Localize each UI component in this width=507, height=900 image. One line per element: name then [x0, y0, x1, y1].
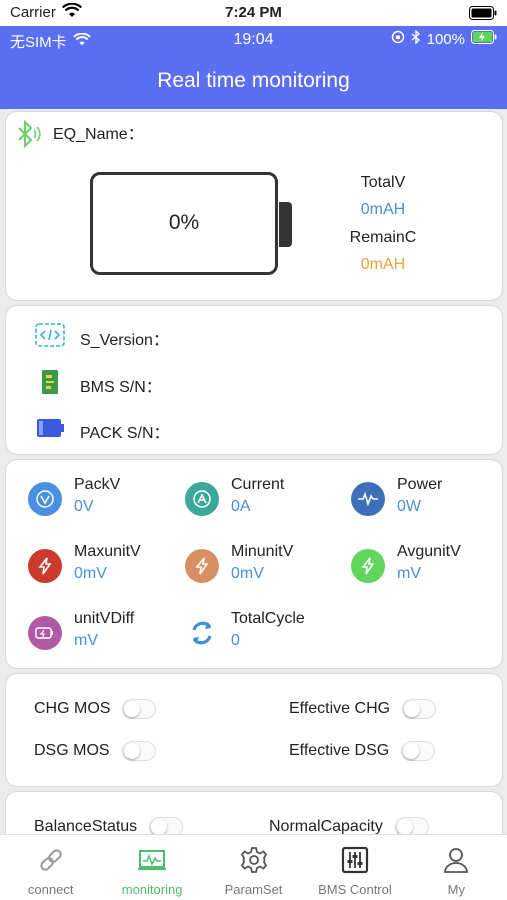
- circuit-board-icon: [34, 368, 66, 401]
- metric-name: TotalCycle: [231, 610, 305, 627]
- metric-name: Power: [397, 476, 443, 493]
- device-status-right: 100%: [391, 29, 497, 48]
- link-icon: [36, 845, 66, 878]
- metric-name: AvgunitV: [397, 543, 461, 560]
- effective-dsg-row: Effective DSG: [289, 741, 436, 761]
- tab-monitoring[interactable]: monitoring: [101, 835, 202, 900]
- battery-pack-icon: [34, 414, 66, 447]
- tab-bms-control[interactable]: BMS Control: [304, 835, 405, 900]
- metric-current: Current 0A: [185, 476, 345, 524]
- toggle-knob: [403, 743, 420, 759]
- toggle-knob: [404, 701, 421, 717]
- metric-value: mV: [397, 565, 421, 582]
- orientation-lock-icon: [391, 30, 405, 48]
- remain-c-value: 0mAH: [360, 256, 406, 273]
- metric-name: unitVDiff: [74, 610, 135, 627]
- effective-chg-row: Effective CHG: [289, 699, 437, 719]
- effective-dsg-label: Effective DSG: [289, 742, 390, 759]
- metric-minunitv: MinunitV 0mV: [185, 543, 345, 591]
- toggle-knob: [396, 819, 413, 835]
- pack-sn-row: PACK S/N：: [34, 414, 170, 447]
- pack-voltage-icon: [28, 482, 62, 516]
- metric-totalcycle: TotalCycle 0: [185, 610, 345, 658]
- bolt-icon: [28, 549, 62, 583]
- eq-name-label: EQ_Name：: [53, 126, 144, 143]
- metric-name: MaxunitV: [74, 543, 141, 560]
- code-icon: [34, 322, 66, 353]
- metric-power: Power 0W: [351, 476, 507, 524]
- bolt-icon: [351, 549, 385, 583]
- tab-label: BMS Control: [318, 882, 392, 897]
- toggle-knob: [151, 819, 168, 835]
- chg-mos-toggle[interactable]: [122, 699, 157, 719]
- sliders-icon: [340, 845, 370, 878]
- metric-value: mV: [74, 632, 98, 649]
- metric-maxunitv: MaxunitV 0mV: [28, 543, 188, 591]
- bottom-tab-bar: connect monitoring ParamSet BMS Control …: [0, 834, 507, 900]
- dsg-mos-toggle[interactable]: [121, 741, 156, 761]
- outer-time: 7:24 PM: [225, 4, 282, 21]
- s-version-row: S_Version：: [34, 322, 169, 353]
- bluetooth-icon[interactable]: [12, 118, 44, 155]
- tab-connect[interactable]: connect: [0, 835, 101, 900]
- metric-value: 0mV: [231, 565, 264, 582]
- tab-label: connect: [27, 882, 74, 897]
- chg-mos-label: CHG MOS: [34, 700, 111, 717]
- user-icon: [441, 845, 471, 878]
- monitor-icon: [137, 845, 167, 878]
- battery-icon: [469, 6, 497, 24]
- toggle-knob: [123, 743, 140, 759]
- charging-battery-icon: [471, 30, 497, 48]
- metric-name: MinunitV: [231, 543, 294, 560]
- metric-value: 0W: [397, 498, 421, 515]
- battery-gauge: 0%: [90, 172, 292, 275]
- tab-label: monitoring: [121, 882, 183, 897]
- tab-label: ParamSet: [224, 882, 283, 897]
- battery-diff-icon: [28, 616, 62, 650]
- metric-value: 0V: [74, 498, 94, 515]
- remain-c-label: RemainC: [349, 229, 417, 246]
- current-icon: [185, 482, 219, 516]
- pack-sn-label: PACK S/N：: [80, 424, 170, 442]
- metric-value: 0: [231, 632, 240, 649]
- bms-sn-label: BMS S/N：: [80, 378, 162, 396]
- chg-mos-row: CHG MOS: [34, 699, 157, 719]
- tab-paramset[interactable]: ParamSet: [203, 835, 304, 900]
- metric-unitvdiff: unitVDiff mV: [28, 610, 188, 658]
- metrics-card: PackV 0V Current 0A Power 0W MaxunitV 0m…: [5, 459, 503, 669]
- app-header: 无SIM卡 19:04 100% Real time monitoring: [0, 26, 507, 109]
- dsg-mos-row: DSG MOS: [34, 741, 156, 761]
- s-version-label: S_Version：: [80, 331, 169, 349]
- bolt-icon: [185, 549, 219, 583]
- metric-name: Current: [231, 476, 285, 493]
- bms-sn-row: BMS S/N：: [34, 368, 162, 401]
- effective-chg-toggle[interactable]: [402, 699, 437, 719]
- cycle-icon: [185, 616, 219, 650]
- dsg-mos-label: DSG MOS: [34, 742, 110, 759]
- battery-nub: [279, 202, 292, 247]
- tab-label: My: [447, 882, 465, 897]
- gear-icon: [239, 845, 269, 878]
- outer-status-bar: Carrier 7:24 PM: [0, 0, 507, 26]
- device-battery-percent: 100%: [426, 30, 465, 48]
- effective-dsg-toggle[interactable]: [401, 741, 436, 761]
- bluetooth-icon: [411, 29, 421, 48]
- metric-avgunitv: AvgunitV mV: [351, 543, 507, 591]
- mos-switch-card: CHG MOS Effective CHG DSG MOS Effective …: [5, 673, 503, 787]
- battery-percent: 0%: [168, 211, 200, 234]
- metric-value: 0A: [231, 498, 251, 515]
- power-wave-icon: [351, 482, 385, 516]
- metric-packv: PackV 0V: [28, 476, 188, 524]
- effective-chg-label: Effective CHG: [289, 700, 391, 717]
- metric-name: PackV: [74, 476, 121, 493]
- total-v-value: 0mAH: [360, 201, 406, 218]
- total-v-label: TotalV: [360, 174, 406, 191]
- tab-my[interactable]: My: [406, 835, 507, 900]
- page-title: Real time monitoring: [157, 69, 350, 92]
- device-info-card: S_Version： BMS S/N： PACK S/N：: [5, 305, 503, 455]
- metric-value: 0mV: [74, 565, 107, 582]
- battery-card: EQ_Name： 0% TotalV 0mAH RemainC 0mAH: [5, 111, 503, 301]
- toggle-knob: [124, 701, 141, 717]
